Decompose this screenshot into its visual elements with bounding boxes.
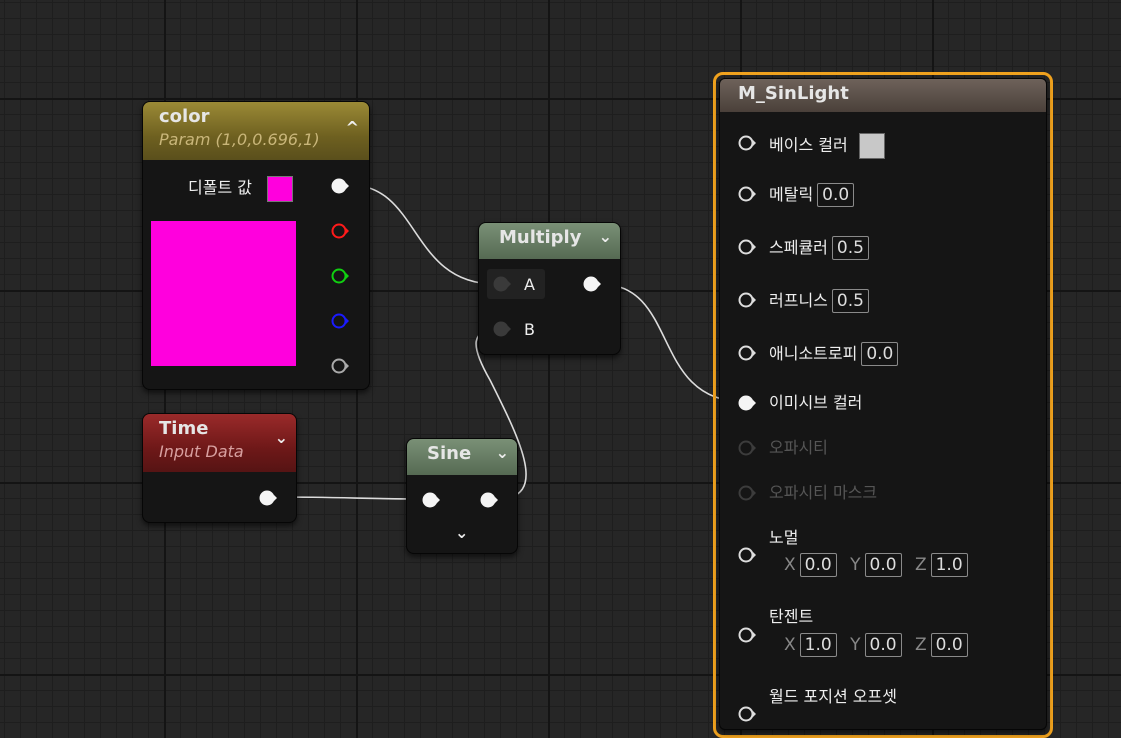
material-result-node[interactable]: M_SinLight 베이스 컬러 메탈릭 0.0 스페큘러 0.5 러프니스 0.5… (719, 78, 1047, 730)
roughness-text: 러프니스 (769, 291, 828, 310)
opacity-mask-pin-icon (738, 485, 756, 501)
specular-value-field[interactable]: 0.5 (831, 236, 869, 260)
node-title: Sine (427, 443, 472, 464)
output-g-pin-icon[interactable] (331, 267, 349, 285)
tangent-label: 탄젠트 (769, 607, 814, 626)
output-pin-icon[interactable] (583, 275, 601, 293)
node-title: Time (159, 418, 209, 439)
color-preview (151, 221, 296, 366)
sine-node-header[interactable]: Sine ⌄ (407, 439, 517, 475)
axis-z-label: Z (914, 635, 927, 655)
time-node[interactable]: Time Input Data ⌄ (142, 413, 297, 523)
material-node-header[interactable]: M_SinLight (720, 79, 1046, 112)
color-param-node[interactable]: color Param (1,0,0.696,1) ^ 디폴트 값 (142, 101, 370, 390)
base-color-label: 베이스 컬러 (769, 133, 885, 159)
normal-y-field[interactable]: 0.0 (864, 553, 902, 577)
tangent-vector-fields: X 1.0 Y 0.0 Z 0.0 (784, 633, 968, 657)
metallic-value-field[interactable]: 0.0 (817, 183, 855, 207)
anisotropy-value-field[interactable]: 0.0 (861, 342, 899, 366)
default-color-swatch[interactable] (267, 176, 293, 202)
metallic-pin-icon[interactable] (738, 185, 756, 203)
chevron-down-icon[interactable]: ⌄ (496, 443, 509, 462)
time-node-header[interactable]: Time Input Data ⌄ (143, 414, 296, 472)
output-a-pin-icon[interactable] (331, 357, 349, 375)
opacity-pin-icon (738, 440, 756, 456)
anisotropy-text: 애니소트로피 (769, 344, 858, 363)
axis-x-label: X (784, 635, 796, 655)
axis-z-label: Z (914, 555, 927, 575)
output-pin-icon[interactable] (480, 491, 498, 509)
axis-y-label: Y (850, 555, 861, 575)
output-r-pin-icon[interactable] (331, 222, 349, 240)
normal-x-field[interactable]: 0.0 (799, 553, 837, 577)
axis-y-label: Y (850, 635, 861, 655)
input-b-pin-icon[interactable] (493, 320, 511, 338)
chevron-down-icon[interactable]: ⌄ (275, 428, 288, 447)
color-node-header[interactable]: color Param (1,0,0.696,1) ^ (143, 102, 369, 160)
pin-b-label: B (524, 320, 535, 339)
base-color-swatch[interactable] (858, 133, 885, 159)
collapse-up-icon[interactable]: ^ (346, 118, 359, 137)
expand-chevron-icon[interactable]: ⌄ (455, 523, 468, 542)
output-b-pin-icon[interactable] (331, 312, 349, 330)
node-title: M_SinLight (738, 83, 849, 104)
specular-pin-icon[interactable] (738, 238, 756, 256)
node-subtitle: Param (1,0,0.696,1) (159, 130, 320, 149)
chevron-down-icon[interactable]: ⌄ (599, 227, 612, 246)
base-color-pin-icon[interactable] (738, 134, 756, 152)
output-rgba-pin-icon[interactable] (331, 177, 349, 195)
tangent-z-field[interactable]: 0.0 (930, 633, 968, 657)
node-subtitle: Input Data (159, 442, 244, 461)
output-pin-icon[interactable] (259, 489, 277, 507)
multiply-node[interactable]: Multiply ⌄ A B (478, 222, 621, 355)
emissive-pin-icon[interactable] (738, 394, 756, 412)
tangent-pin-icon[interactable] (738, 626, 756, 644)
axis-x-label: X (784, 555, 796, 575)
metallic-label: 메탈릭 0.0 (769, 183, 855, 207)
normal-z-field[interactable]: 1.0 (930, 553, 968, 577)
input-a-pin-icon[interactable] (493, 275, 511, 293)
multiply-node-header[interactable]: Multiply ⌄ (479, 223, 620, 259)
normal-label: 노멀 (769, 528, 799, 547)
emissive-label: 이미시브 컬러 (769, 393, 863, 412)
node-title: color (159, 106, 210, 127)
tangent-y-field[interactable]: 0.0 (864, 633, 902, 657)
world-offset-pin-icon[interactable] (738, 705, 756, 723)
default-value-label: 디폴트 값 (188, 178, 252, 197)
specular-label: 스페큘러 0.5 (769, 236, 869, 260)
wire-color-to-multiply-a (349, 184, 496, 285)
roughness-pin-icon[interactable] (738, 291, 756, 309)
anisotropy-pin-icon[interactable] (738, 344, 756, 362)
input-pin-icon[interactable] (422, 491, 440, 509)
base-color-text: 베이스 컬러 (769, 135, 848, 155)
pin-a-label: A (524, 275, 535, 294)
opacity-mask-label: 오파시티 마스크 (769, 483, 878, 502)
sine-node[interactable]: Sine ⌄ ⌄ (406, 438, 518, 554)
normal-pin-icon[interactable] (738, 546, 756, 564)
world-offset-label: 월드 포지션 오프셋 (769, 687, 897, 706)
tangent-x-field[interactable]: 1.0 (799, 633, 837, 657)
opacity-label: 오파시티 (769, 438, 828, 457)
specular-text: 스페큘러 (769, 238, 828, 257)
metallic-text: 메탈릭 (769, 185, 814, 204)
roughness-label: 러프니스 0.5 (769, 289, 869, 313)
node-title: Multiply (499, 227, 582, 248)
roughness-value-field[interactable]: 0.5 (831, 289, 869, 313)
normal-vector-fields: X 0.0 Y 0.0 Z 1.0 (784, 553, 968, 577)
anisotropy-label: 애니소트로피 0.0 (769, 342, 899, 366)
